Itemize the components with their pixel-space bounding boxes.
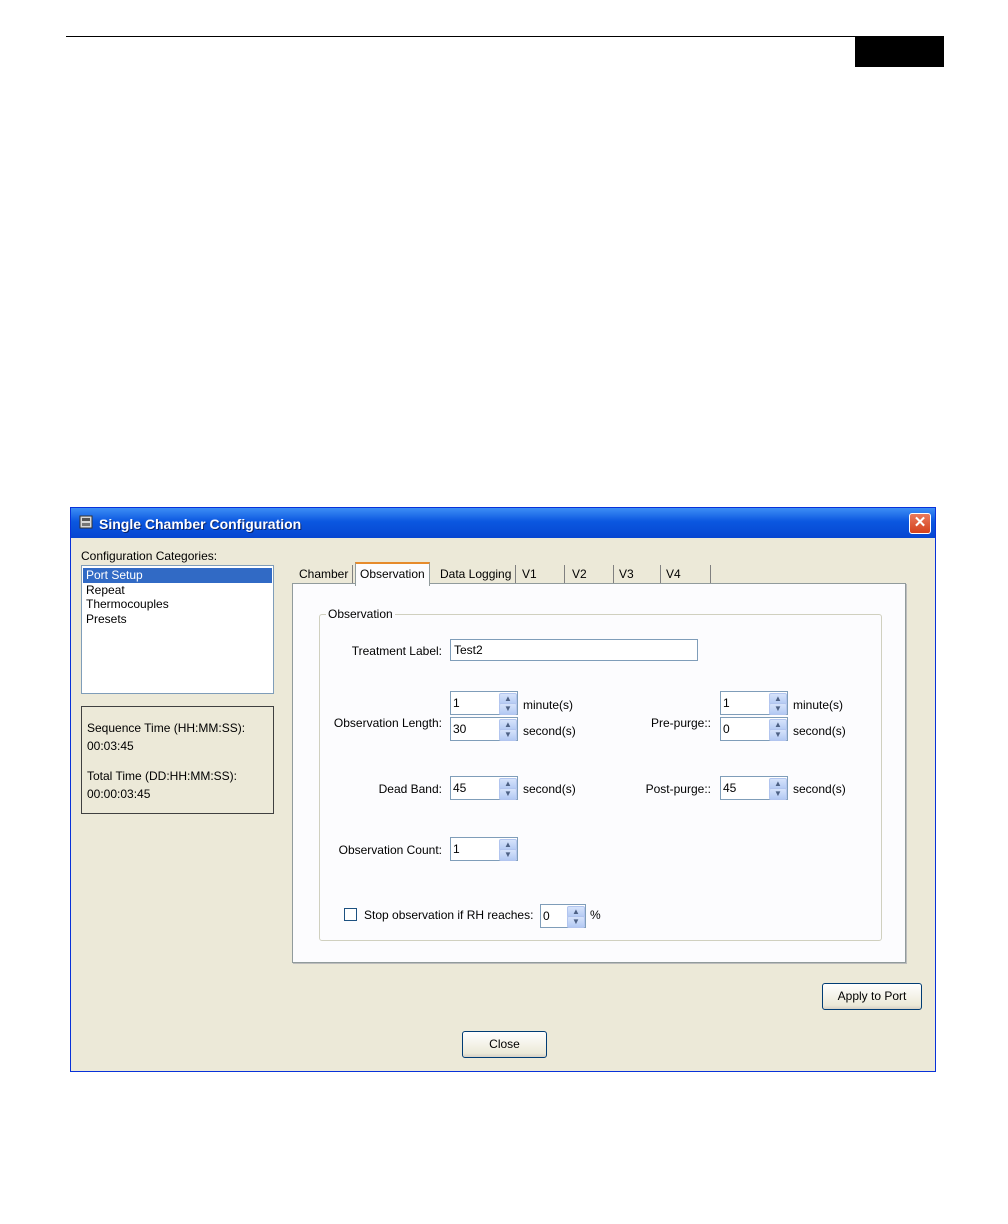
pre-purge-seconds-unit: second(s) <box>793 724 846 738</box>
treatment-label-caption: Treatment Label: <box>351 644 442 658</box>
close-button[interactable]: Close <box>462 1031 547 1058</box>
page-header-rule <box>66 36 944 37</box>
app-window-icon <box>79 515 93 529</box>
spin-down-icon[interactable]: ▼ <box>567 916 585 928</box>
apply-to-port-button[interactable]: Apply to Port <box>822 983 922 1010</box>
post-purge-seconds-value[interactable]: 45 <box>720 776 768 800</box>
total-time-value: 00:00:03:45 <box>87 787 151 801</box>
pre-purge-minutes-value[interactable]: 1 <box>720 691 768 715</box>
observation-length-seconds-unit: second(s) <box>523 724 576 738</box>
observation-length-seconds-value[interactable]: 30 <box>450 717 498 741</box>
spin-down-icon[interactable]: ▼ <box>499 788 517 800</box>
pre-purge-seconds-spinner[interactable]: 0 ▲ ▼ <box>720 717 788 741</box>
observation-tab-panel: Observation Treatment Label: Test2 Obser… <box>292 583 906 963</box>
tab-v4[interactable]: V4 <box>662 565 711 584</box>
observation-group: Observation Treatment Label: Test2 Obser… <box>319 607 882 941</box>
spin-down-icon[interactable]: ▼ <box>769 729 787 741</box>
spin-down-icon[interactable]: ▼ <box>769 703 787 715</box>
spin-down-icon[interactable]: ▼ <box>499 849 517 861</box>
pre-purge-seconds-value[interactable]: 0 <box>720 717 768 741</box>
title-bar[interactable]: Single Chamber Configuration ✕ <box>71 508 935 538</box>
page-tab-marker <box>855 36 944 67</box>
tab-data-logging[interactable]: Data Logging <box>436 565 517 584</box>
dead-band-seconds-unit: second(s) <box>523 782 576 796</box>
observation-count-value[interactable]: 1 <box>450 837 498 861</box>
observation-length-seconds-spinner[interactable]: 30 ▲ ▼ <box>450 717 518 741</box>
dead-band-label: Dead Band: <box>378 782 442 796</box>
observation-length-minutes-spinner[interactable]: 1 ▲ ▼ <box>450 691 518 715</box>
observation-group-title: Observation <box>326 607 395 621</box>
observation-count-spinner[interactable]: 1 ▲ ▼ <box>450 837 518 861</box>
post-purge-label: Post-purge:: <box>645 782 711 796</box>
configuration-categories-label: Configuration Categories: <box>81 549 218 563</box>
dialog-client-area: Configuration Categories: Port Setup Rep… <box>74 538 932 1068</box>
configuration-categories-list[interactable]: Port Setup Repeat Thermocouples Presets <box>81 565 274 694</box>
close-icon: ✕ <box>913 514 927 531</box>
sequence-time-label: Sequence Time (HH:MM:SS): <box>87 721 246 735</box>
total-time-label: Total Time (DD:HH:MM:SS): <box>87 769 238 783</box>
stop-rh-checkbox[interactable] <box>344 908 357 921</box>
tab-observation[interactable]: Observation <box>355 562 430 586</box>
dead-band-seconds-value[interactable]: 45 <box>450 776 498 800</box>
category-presets[interactable]: Presets <box>83 612 272 627</box>
stop-rh-unit: % <box>590 908 601 922</box>
treatment-label-input[interactable]: Test2 <box>450 639 698 661</box>
spin-down-icon[interactable]: ▼ <box>499 703 517 715</box>
pre-purge-label: Pre-purge:: <box>650 716 711 730</box>
sequence-time-value: 00:03:45 <box>87 739 134 753</box>
close-window-button[interactable]: ✕ <box>909 513 931 534</box>
observation-length-minutes-value[interactable]: 1 <box>450 691 498 715</box>
observation-length-label: Observation Length: <box>333 716 442 730</box>
category-port-setup[interactable]: Port Setup <box>83 568 272 583</box>
post-purge-seconds-spinner[interactable]: 45 ▲ ▼ <box>720 776 788 800</box>
dead-band-seconds-spinner[interactable]: 45 ▲ ▼ <box>450 776 518 800</box>
tab-chamber[interactable]: Chamber <box>295 565 354 584</box>
observation-count-label: Observation Count: <box>338 843 442 857</box>
stop-rh-label: Stop observation if RH reaches: <box>364 908 534 922</box>
spin-down-icon[interactable]: ▼ <box>499 729 517 741</box>
post-purge-seconds-unit: second(s) <box>793 782 846 796</box>
time-summary-box: Sequence Time (HH:MM:SS): 00:03:45 Total… <box>81 706 274 814</box>
dialog-title: Single Chamber Configuration <box>99 516 302 532</box>
tab-v2[interactable]: V2 <box>568 565 614 584</box>
category-thermocouples[interactable]: Thermocouples <box>83 597 272 612</box>
pre-purge-minutes-unit: minute(s) <box>793 698 844 712</box>
category-repeat[interactable]: Repeat <box>83 583 272 598</box>
spin-down-icon[interactable]: ▼ <box>769 788 787 800</box>
pre-purge-minutes-spinner[interactable]: 1 ▲ ▼ <box>720 691 788 715</box>
stop-rh-spinner[interactable]: 0 ▲ ▼ <box>540 904 586 928</box>
tab-v1[interactable]: V1 <box>518 565 565 584</box>
single-chamber-configuration-dialog: Single Chamber Configuration ✕ Configura… <box>70 507 936 1072</box>
tab-v3[interactable]: V3 <box>615 565 661 584</box>
observation-length-minutes-unit: minute(s) <box>523 698 574 712</box>
stop-rh-value[interactable]: 0 <box>540 904 566 928</box>
